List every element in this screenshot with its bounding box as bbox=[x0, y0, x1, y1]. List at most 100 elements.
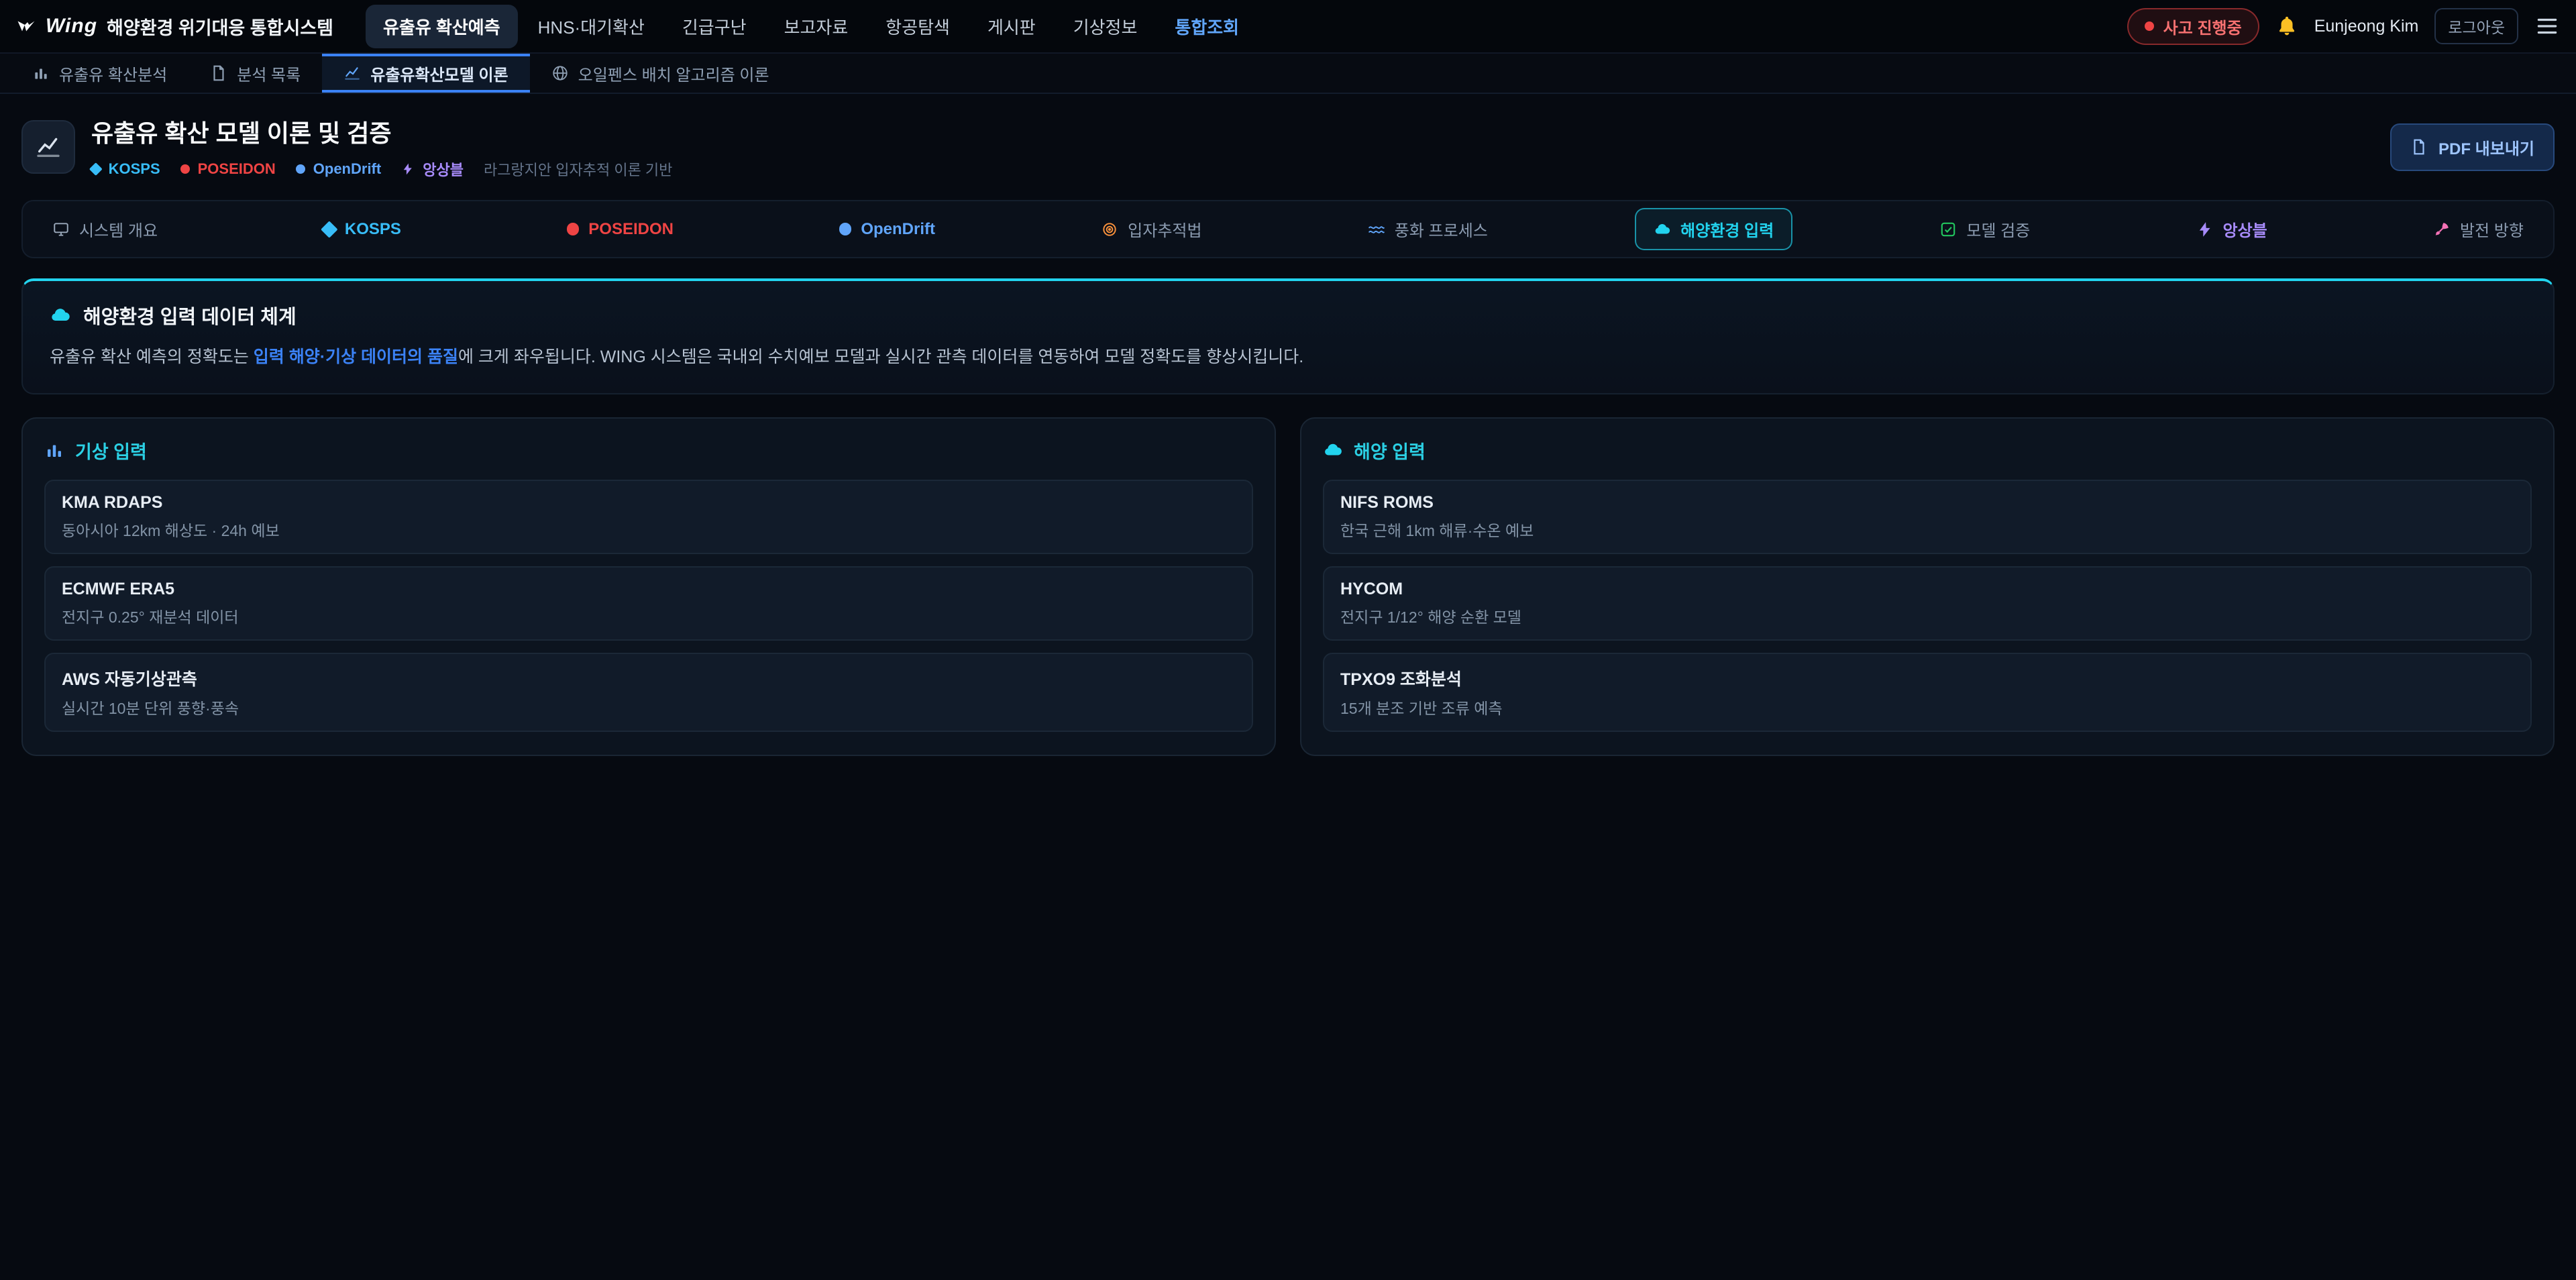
section-pill-model-validation[interactable]: 모델 검증 bbox=[1921, 208, 2049, 250]
nav-item-board[interactable]: 게시판 bbox=[970, 5, 1053, 48]
section-nav: 시스템 개요 KOSPS POSEIDON OpenDrift 입자추적법 bbox=[21, 200, 2555, 258]
alert-dot-icon bbox=[2145, 21, 2154, 31]
section-pill-system-overview[interactable]: 시스템 개요 bbox=[34, 208, 176, 250]
data-source-name: HYCOM bbox=[1340, 580, 2514, 599]
model-badge-row: KOSPS POSEIDON OpenDrift bbox=[91, 158, 672, 180]
diamond-icon bbox=[91, 164, 101, 174]
ocean-cloud-icon bbox=[1323, 440, 1343, 460]
section-pill-kosps[interactable]: KOSPS bbox=[305, 211, 420, 248]
badge-kosps: KOSPS bbox=[91, 160, 160, 178]
nav-item-hns-air-dispersion[interactable]: HNS·대기확산 bbox=[521, 5, 662, 48]
intro-highlight-text: 입력 해양·기상 데이터의 품질 bbox=[254, 348, 458, 366]
top-navbar: Wing 해양환경 위기대응 통합시스템 유출유 확산예측 HNS·대기확산 긴… bbox=[0, 0, 2576, 54]
pdf-document-icon bbox=[2410, 138, 2428, 156]
bar-chart-icon bbox=[44, 440, 64, 460]
input-data-cards: 기상 입력 KMA RDAPS 동아시아 12km 해상도 · 24h 예보 E… bbox=[21, 417, 2555, 756]
data-source-desc: 전지구 1/12° 해양 순환 모델 bbox=[1340, 604, 2514, 627]
data-source-desc: 15개 분조 기반 조류 예측 bbox=[1340, 696, 2514, 718]
section-pill-weathering-process[interactable]: 풍화 프로세스 bbox=[1349, 208, 1507, 250]
hamburger-menu-icon[interactable] bbox=[2534, 13, 2560, 39]
bolt-icon bbox=[401, 162, 415, 176]
brand[interactable]: Wing 해양환경 위기대응 통합시스템 bbox=[16, 13, 333, 40]
nav-item-aerial-search[interactable]: 항공탐색 bbox=[868, 5, 967, 48]
dot-icon bbox=[296, 164, 305, 174]
cloud-icon bbox=[50, 305, 71, 326]
list-item: ECMWF ERA5 전지구 0.25° 재분석 데이터 bbox=[44, 566, 1253, 641]
page-title: 유출유 확산 모델 이론 및 검증 bbox=[91, 114, 672, 149]
cloud-icon bbox=[1654, 221, 1671, 238]
document-icon bbox=[210, 64, 227, 82]
check-square-icon bbox=[1939, 221, 1957, 238]
data-source-desc: 한국 근해 1km 해류·수온 예보 bbox=[1340, 518, 2514, 541]
data-source-name: KMA RDAPS bbox=[62, 493, 1236, 513]
rocket-icon bbox=[2433, 221, 2451, 238]
intro-heading: 해양환경 입력 데이터 체계 bbox=[50, 301, 2526, 329]
pdf-export-button[interactable]: PDF 내보내기 bbox=[2390, 123, 2555, 171]
tab-label: 유출유 확산분석 bbox=[59, 62, 167, 85]
nav-item-integrated-search[interactable]: 통합조회 bbox=[1157, 5, 1256, 48]
list-item: KMA RDAPS 동아시아 12km 해상도 · 24h 예보 bbox=[44, 480, 1253, 554]
list-item: NIFS ROMS 한국 근해 1km 해류·수온 예보 bbox=[1323, 480, 2532, 554]
data-source-desc: 실시간 10분 단위 풍향·풍속 bbox=[62, 696, 1236, 718]
target-icon bbox=[1101, 221, 1118, 238]
wing-logo-icon bbox=[16, 16, 36, 36]
app-root: Wing 해양환경 위기대응 통합시스템 유출유 확산예측 HNS·대기확산 긴… bbox=[0, 0, 2576, 1280]
badge-ensemble: 앙상블 bbox=[401, 158, 464, 180]
bolt-icon bbox=[2196, 221, 2214, 238]
page-subtitle: 라그랑지안 입자추적 이론 기반 bbox=[484, 158, 672, 180]
nav-item-weather-info[interactable]: 기상정보 bbox=[1056, 5, 1155, 48]
logo-text: Wing bbox=[46, 15, 97, 38]
incident-status-badge[interactable]: 사고 진행중 bbox=[2127, 8, 2259, 45]
monitor-icon bbox=[52, 221, 70, 238]
intro-paragraph: 유출유 확산 예측의 정확도는 입력 해양·기상 데이터의 품질에 크게 좌우됩… bbox=[50, 344, 2526, 370]
nav-item-oil-spill-prediction[interactable]: 유출유 확산예측 bbox=[366, 5, 518, 48]
secondary-tabbar: 유출유 확산분석 분석 목록 유출유확산모델 이론 오일펜스 배치 알고리즘 이… bbox=[0, 54, 2576, 94]
data-source-desc: 전지구 0.25° 재분석 데이터 bbox=[62, 604, 1236, 627]
list-item: AWS 자동기상관측 실시간 10분 단위 풍향·풍속 bbox=[44, 653, 1253, 732]
section-pill-future-direction[interactable]: 발전 방향 bbox=[2414, 208, 2542, 250]
dot-icon bbox=[839, 223, 851, 235]
section-pill-opendrift[interactable]: OpenDrift bbox=[820, 211, 954, 248]
bar-chart-icon bbox=[32, 64, 50, 82]
section-pill-ensemble[interactable]: 앙상블 bbox=[2178, 208, 2286, 250]
section-pill-marine-env-input[interactable]: 해양환경 입력 bbox=[1635, 208, 1792, 250]
page-header: 유출유 확산 모델 이론 및 검증 KOSPS POSEIDON Open bbox=[21, 114, 2555, 180]
ocean-input-card: 해양 입력 NIFS ROMS 한국 근해 1km 해류·수온 예보 HYCOM… bbox=[1300, 417, 2555, 756]
system-title: 해양환경 위기대응 통합시스템 bbox=[107, 13, 333, 40]
data-source-name: NIFS ROMS bbox=[1340, 493, 2514, 513]
tab-label: 분석 목록 bbox=[237, 62, 301, 85]
card-title: 해양 입력 bbox=[1323, 437, 2532, 464]
line-chart-icon bbox=[343, 64, 361, 82]
user-name: Eunjeong Kim bbox=[2314, 17, 2419, 36]
tab-label: 오일펜스 배치 알고리즘 이론 bbox=[578, 62, 769, 85]
card-title: 기상 입력 bbox=[44, 437, 1253, 464]
waves-icon bbox=[1368, 221, 1385, 238]
page-header-left: 유출유 확산 모델 이론 및 검증 KOSPS POSEIDON Open bbox=[21, 114, 672, 180]
globe-icon bbox=[551, 64, 569, 82]
tab-model-theory[interactable]: 유출유확산모델 이론 bbox=[322, 54, 529, 93]
tab-analysis-list[interactable]: 분석 목록 bbox=[189, 54, 322, 93]
dot-icon bbox=[180, 164, 190, 174]
section-pill-particle-tracking[interactable]: 입자추적법 bbox=[1082, 208, 1220, 250]
list-item: TPXO9 조화분석 15개 분조 기반 조류 예측 bbox=[1323, 653, 2532, 732]
data-source-desc: 동아시아 12km 해상도 · 24h 예보 bbox=[62, 518, 1236, 541]
nav-item-emergency-rescue[interactable]: 긴급구난 bbox=[665, 5, 764, 48]
badge-poseidon: POSEIDON bbox=[180, 160, 276, 178]
tab-spill-analysis[interactable]: 유출유 확산분석 bbox=[11, 54, 189, 93]
main-nav: 유출유 확산예측 HNS·대기확산 긴급구난 보고자료 항공탐색 게시판 기상정… bbox=[366, 5, 2114, 48]
weather-input-card: 기상 입력 KMA RDAPS 동아시아 12km 해상도 · 24h 예보 E… bbox=[21, 417, 1276, 756]
nav-item-reports[interactable]: 보고자료 bbox=[767, 5, 866, 48]
diamond-icon bbox=[323, 223, 335, 235]
data-source-name: ECMWF ERA5 bbox=[62, 580, 1236, 599]
section-pill-poseidon[interactable]: POSEIDON bbox=[548, 211, 692, 248]
logout-button[interactable]: 로그아웃 bbox=[2434, 8, 2518, 44]
data-source-name: AWS 자동기상관측 bbox=[62, 666, 1236, 690]
bell-icon[interactable] bbox=[2275, 15, 2298, 38]
list-item: HYCOM 전지구 1/12° 해양 순환 모델 bbox=[1323, 566, 2532, 641]
data-source-name: TPXO9 조화분석 bbox=[1340, 666, 2514, 690]
dot-icon bbox=[567, 223, 579, 235]
tab-oil-fence-algorithm[interactable]: 오일펜스 배치 알고리즘 이론 bbox=[530, 54, 791, 93]
badge-opendrift: OpenDrift bbox=[296, 160, 381, 178]
navbar-right: 사고 진행중 Eunjeong Kim 로그아웃 bbox=[2127, 8, 2560, 45]
incident-badge-label: 사고 진행중 bbox=[2163, 15, 2242, 38]
